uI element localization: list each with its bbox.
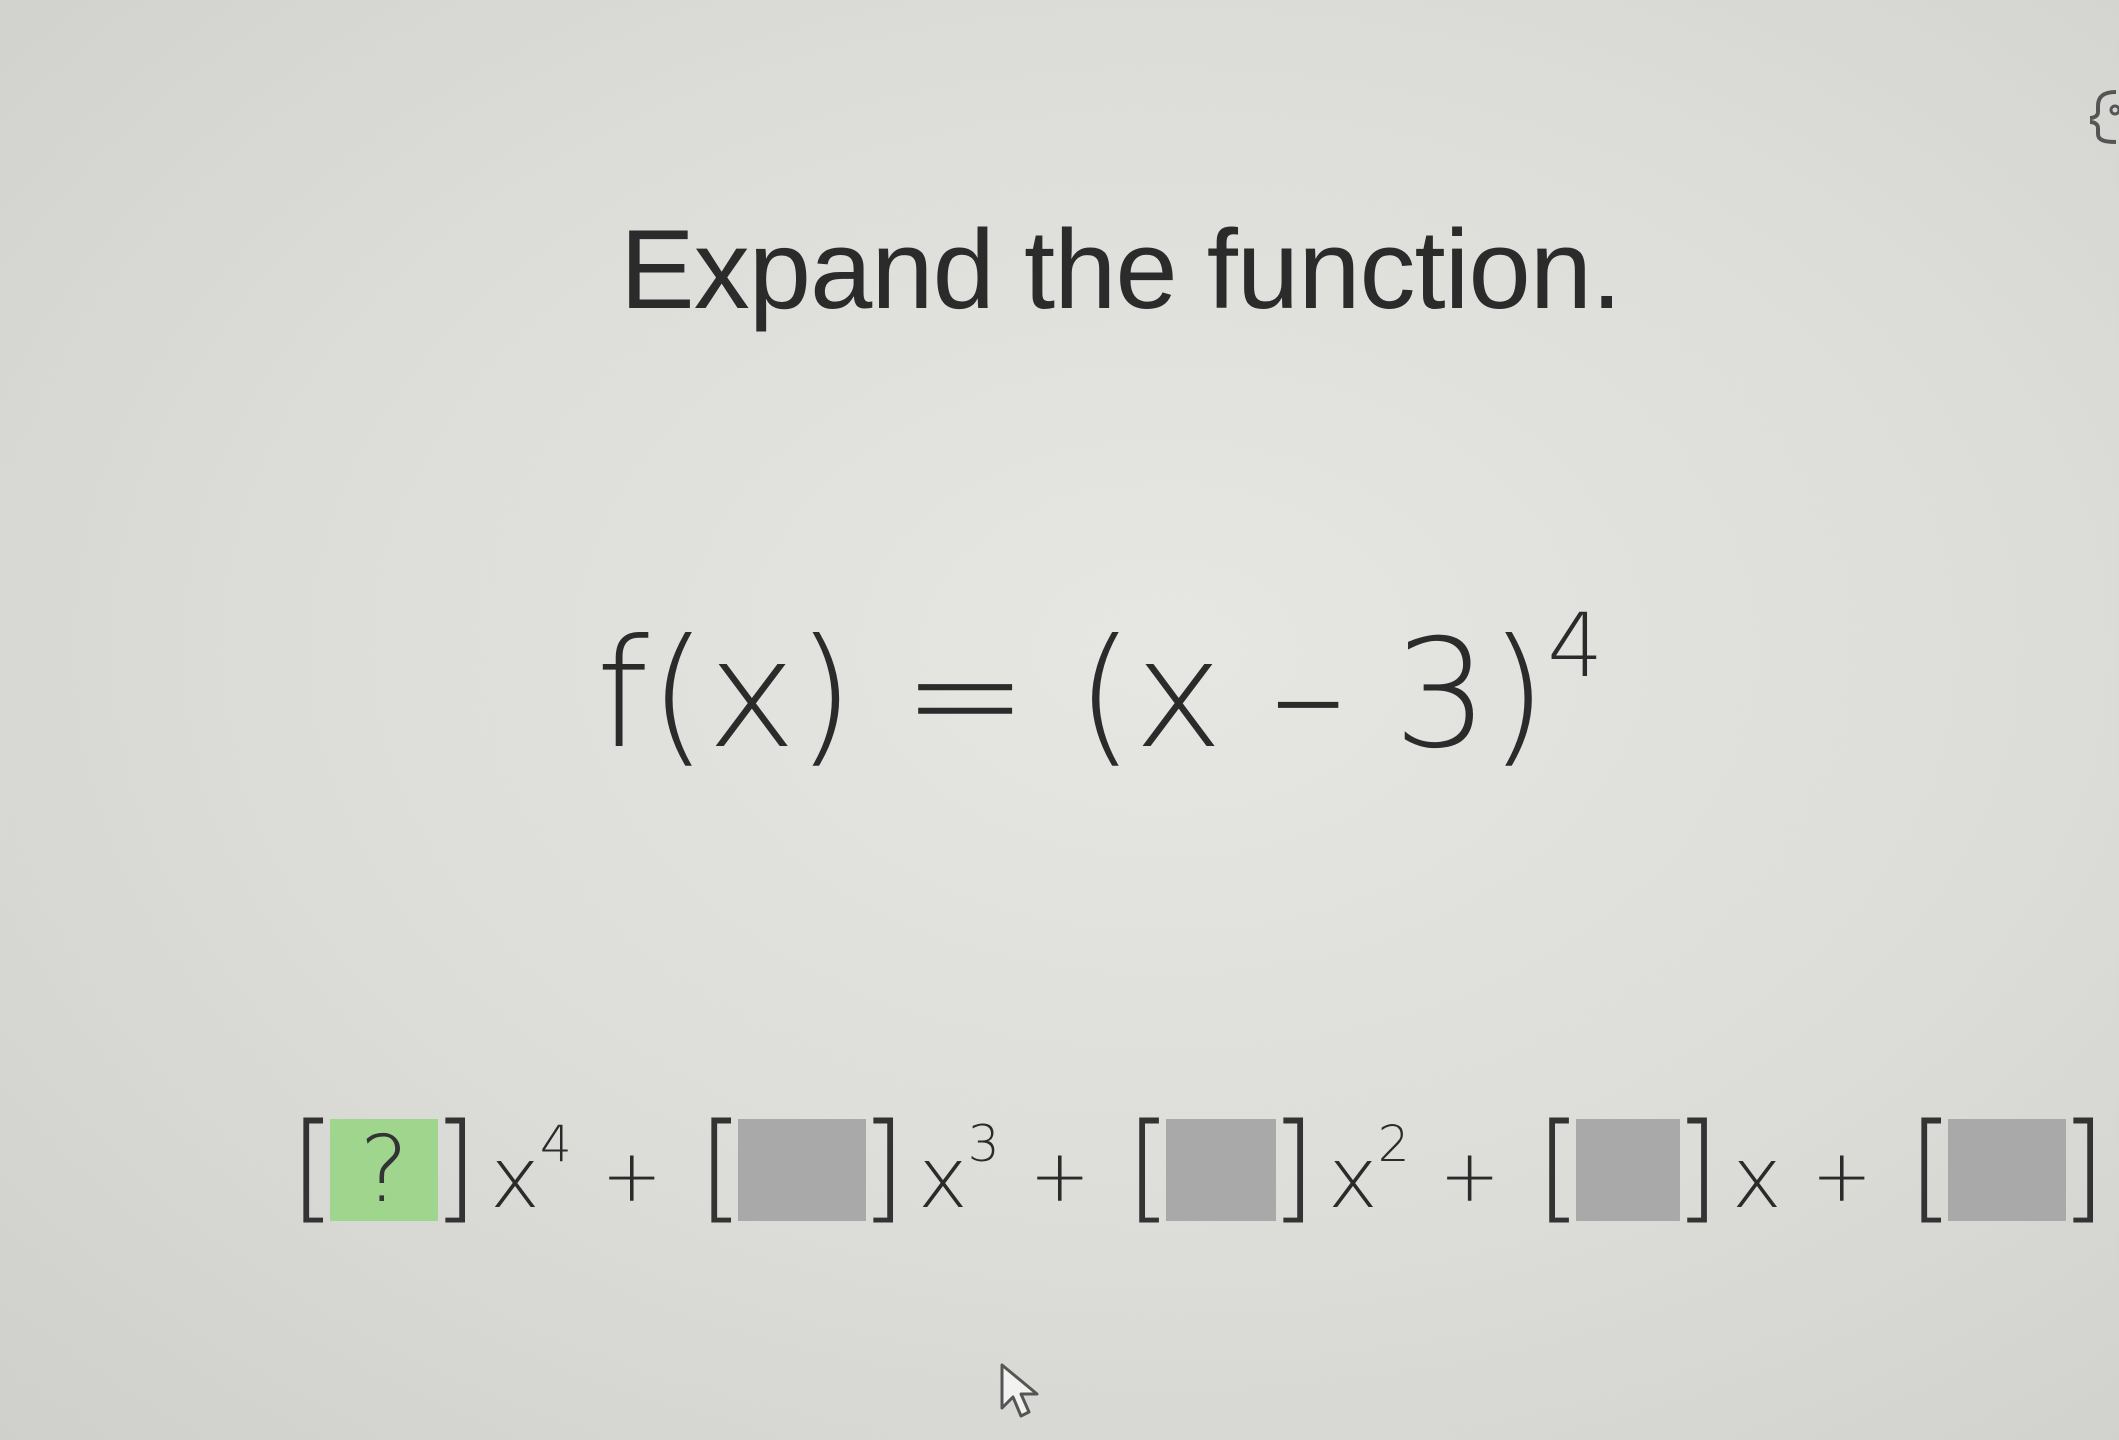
plus-sign: +: [1439, 1134, 1500, 1218]
term-x4: x4: [490, 1115, 572, 1227]
term-exponent: 4: [539, 1115, 572, 1173]
answer-box-x3-coefficient[interactable]: [738, 1119, 866, 1221]
mouse-pointer-icon: [1000, 1363, 1039, 1418]
answer-row: [ ? ] x4 + [ ] x3 + [ ] x2 + [ ] x + [ ]: [290, 1105, 2106, 1235]
answer-box-constant[interactable]: [1948, 1119, 2067, 1221]
bracket-right: ]: [1673, 1097, 1720, 1235]
bracket-right: ]: [860, 1097, 907, 1235]
question-screen: Expand the function. f(x) = (x – 3)4 [ ?…: [0, 0, 2119, 1440]
plus-sign: +: [1811, 1134, 1872, 1218]
term-x3: x3: [918, 1115, 1000, 1227]
edge-icon[interactable]: [2082, 86, 2119, 146]
function-exponent: 4: [1547, 594, 1604, 697]
function-base: f(x) = (x – 3): [596, 608, 1548, 782]
term-variable: x: [1731, 1129, 1782, 1227]
bracket-right: ]: [2060, 1097, 2107, 1235]
answer-box-x4-coefficient[interactable]: ?: [330, 1119, 439, 1221]
function-expression: f(x) = (x – 3)4: [596, 602, 1603, 771]
bracket-right: ]: [432, 1097, 479, 1235]
term-variable: x: [1328, 1129, 1378, 1227]
question-title: Expand the function.: [620, 207, 1622, 332]
term-variable: x: [490, 1129, 540, 1227]
term-exponent: 2: [1377, 1115, 1410, 1173]
bracket-right: ]: [1269, 1097, 1316, 1235]
term-x: x: [1732, 1129, 1782, 1227]
plus-sign: +: [1029, 1134, 1090, 1218]
term-exponent: 3: [967, 1115, 1000, 1173]
term-x2: x2: [1328, 1115, 1410, 1227]
answer-box-x2-coefficient[interactable]: [1165, 1119, 1276, 1221]
term-variable: x: [918, 1129, 968, 1227]
answer-box-x-coefficient[interactable]: [1575, 1119, 1680, 1221]
plus-sign: +: [601, 1134, 662, 1218]
